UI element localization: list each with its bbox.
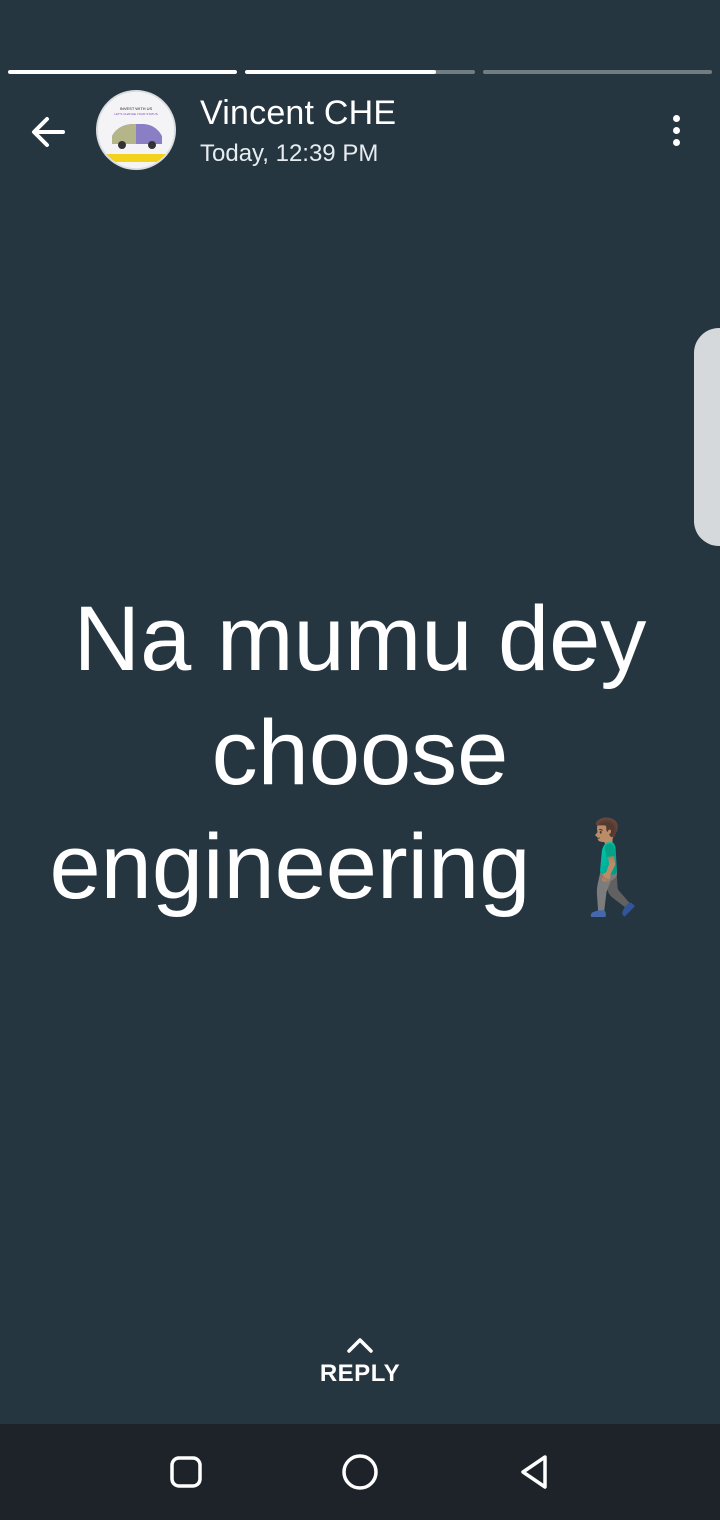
contact-name[interactable]: Vincent CHE bbox=[200, 94, 396, 133]
more-vert-icon bbox=[672, 126, 680, 134]
more-vert-icon bbox=[672, 114, 680, 122]
status-timestamp: Today, 12:39 PM bbox=[200, 140, 379, 167]
segment-fill bbox=[8, 70, 238, 74]
avatar-image: INVEST WITH US LET'S CHANGE YOUR STATUS bbox=[98, 92, 174, 168]
chevron-up-icon bbox=[347, 1338, 373, 1353]
home-button[interactable] bbox=[338, 1450, 382, 1494]
reply-button[interactable]: REPLY bbox=[0, 1336, 720, 1388]
square-icon bbox=[170, 1456, 202, 1488]
avatar-line2: LET'S CHANGE YOUR STATUS bbox=[114, 112, 157, 116]
reply-label: REPLY bbox=[319, 1360, 401, 1387]
status-text: Na mumu dey choose engineering 🚶🏽‍♂️ bbox=[49, 588, 671, 918]
arrow-left-icon bbox=[32, 117, 65, 147]
system-navigation-bar bbox=[0, 1424, 720, 1520]
story-progress-segment bbox=[8, 70, 238, 74]
story-progress-segment bbox=[482, 70, 712, 74]
story-progress bbox=[8, 70, 712, 74]
recents-button[interactable] bbox=[164, 1450, 208, 1494]
story-progress-segment bbox=[245, 70, 475, 74]
more-vert-icon bbox=[672, 138, 680, 146]
triangle-back-icon bbox=[521, 1455, 547, 1489]
back-button[interactable] bbox=[22, 106, 74, 158]
avatar[interactable]: INVEST WITH US LET'S CHANGE YOUR STATUS bbox=[96, 90, 176, 170]
status-header: INVEST WITH US LET'S CHANGE YOUR STATUS … bbox=[0, 88, 720, 172]
edge-panel-handle[interactable] bbox=[694, 328, 720, 546]
more-options-button[interactable] bbox=[656, 106, 696, 154]
segment-fill bbox=[245, 70, 436, 74]
avatar-line1: INVEST WITH US bbox=[120, 106, 153, 111]
nav-back-button[interactable] bbox=[512, 1450, 556, 1494]
circle-icon bbox=[342, 1454, 378, 1490]
